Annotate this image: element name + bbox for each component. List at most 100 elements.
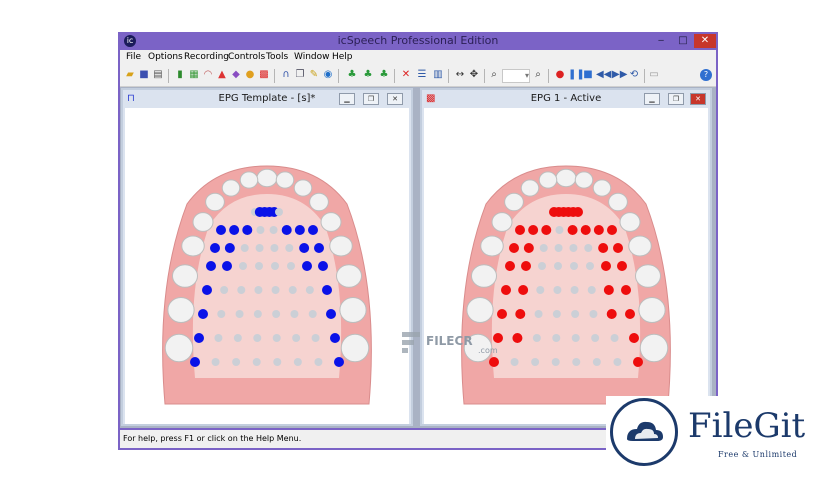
spectrum-icon[interactable]: ▲ xyxy=(216,69,228,81)
electrode-inactive xyxy=(217,310,226,318)
epg-active-minimize-button[interactable]: ▁ xyxy=(644,93,660,105)
help-icon[interactable]: ? xyxy=(700,69,712,81)
minimize-button[interactable]: ‒ xyxy=(650,34,672,48)
electrode-active xyxy=(523,243,534,253)
tooth xyxy=(491,212,513,232)
electrode-inactive xyxy=(271,286,280,294)
electrode-active xyxy=(190,357,200,367)
record-icon[interactable]: ● xyxy=(554,69,566,81)
title-bar[interactable]: ic icSpeech Professional Edition ‒ □ ✕ xyxy=(118,32,718,50)
bar-chart-icon[interactable]: ▮ xyxy=(174,69,186,81)
epg-template-close-button[interactable]: ✕ xyxy=(387,93,403,105)
menu-recording[interactable]: Recording xyxy=(184,52,229,62)
electrode-active xyxy=(603,285,614,295)
electrode-inactive xyxy=(591,334,600,342)
split-vertical-icon[interactable]: ▥ xyxy=(432,69,444,81)
zoom-in-icon[interactable]: ⌕ xyxy=(488,69,500,81)
tooth xyxy=(538,171,558,189)
tooth xyxy=(480,235,504,257)
face-icon[interactable]: ● xyxy=(244,69,256,81)
epg-template-canvas[interactable] xyxy=(125,108,409,424)
palate-icon[interactable]: ◠ xyxy=(202,69,214,81)
electrode-inactive xyxy=(272,334,281,342)
move-icon[interactable]: ✥ xyxy=(468,69,480,81)
electrode-active xyxy=(194,333,204,343)
epg-active-window[interactable]: ▩ EPG 1 - Active ▁ ❐ ✕ xyxy=(420,88,712,426)
epg-active-palate xyxy=(461,165,671,405)
toolbar: ▰ ■ ▤ ▮ ▦ ◠ ▲ ◆ ● ▩ ∩ ❐ ✎ ◉ ♣ ♣ ♣ ✕ ☰ ▥ … xyxy=(120,66,716,87)
page-icon[interactable]: ▭ xyxy=(648,69,660,81)
electrode-active xyxy=(206,261,216,271)
maximize-button[interactable]: □ xyxy=(672,34,694,48)
epg-active-restore-button[interactable]: ❐ xyxy=(668,93,684,105)
palate-outline-icon[interactable]: ∩ xyxy=(280,69,292,81)
electrode-inactive xyxy=(270,244,279,252)
pause-icon[interactable]: ❚❚ xyxy=(568,69,585,81)
tooth xyxy=(504,192,524,212)
zoom-out-icon[interactable]: ⌕ xyxy=(532,69,544,81)
menu-tools[interactable]: Tools xyxy=(266,52,288,62)
electrode-inactive xyxy=(252,358,261,366)
epg-active-titlebar[interactable]: ▩ EPG 1 - Active ▁ ❐ ✕ xyxy=(422,90,710,108)
electrode-inactive xyxy=(587,286,596,294)
brush-icon[interactable]: ✎ xyxy=(308,69,320,81)
electrode-inactive xyxy=(554,262,562,270)
tooth xyxy=(239,171,259,189)
loop-icon[interactable]: ⟲ xyxy=(628,69,640,81)
tooth xyxy=(309,192,329,212)
menu-options[interactable]: Options xyxy=(148,52,183,62)
tooth xyxy=(639,333,669,363)
stretch-horizontal-icon[interactable]: ↔ xyxy=(454,69,466,81)
epg-grid-icon[interactable]: ▩ xyxy=(258,69,270,81)
electrode-inactive xyxy=(253,334,262,342)
delete-icon[interactable]: ✕ xyxy=(400,69,412,81)
step-green-icon[interactable]: ♣ xyxy=(378,69,390,81)
epg-template-window[interactable]: ⊓ EPG Template - [s]* ▁ ❐ ✕ xyxy=(121,88,413,426)
copy-icon[interactable]: ❐ xyxy=(294,69,306,81)
menu-file[interactable]: File xyxy=(126,52,141,62)
electrode-active xyxy=(302,261,312,271)
epg-template-restore-button[interactable]: ❐ xyxy=(363,93,379,105)
stop-icon[interactable]: ■ xyxy=(582,69,594,81)
tooth xyxy=(555,168,577,188)
palate-shape xyxy=(491,194,641,378)
electrode-active xyxy=(573,207,583,217)
electrode-inactive xyxy=(273,358,282,366)
print-icon[interactable]: ▤ xyxy=(152,69,164,81)
cube-icon[interactable]: ◆ xyxy=(230,69,242,81)
record-green-icon[interactable]: ♣ xyxy=(346,69,358,81)
rewind-icon[interactable]: ◀◀ xyxy=(596,69,611,81)
electrode-inactive xyxy=(570,262,578,270)
electrode-inactive xyxy=(256,226,265,234)
menu-controls[interactable]: Controls xyxy=(228,52,265,62)
electrode-active xyxy=(633,357,643,367)
fast-forward-icon[interactable]: ▶▶ xyxy=(612,69,627,81)
grid-icon[interactable]: ▦ xyxy=(188,69,200,81)
epg-active-canvas[interactable] xyxy=(424,108,708,424)
tooth xyxy=(221,179,241,197)
menu-help[interactable]: Help xyxy=(332,52,353,62)
electrode-active xyxy=(294,225,305,235)
electrode-inactive xyxy=(552,310,561,318)
save-icon[interactable]: ■ xyxy=(138,69,150,81)
electrode-active xyxy=(198,309,208,319)
zoom-select[interactable]: ▾ xyxy=(502,69,530,83)
close-button[interactable]: ✕ xyxy=(694,34,716,48)
electrode-inactive xyxy=(214,334,223,342)
filegit-tagline: Free & Unlimited xyxy=(718,450,798,459)
split-horizontal-icon[interactable]: ☰ xyxy=(416,69,428,81)
electrode-active xyxy=(515,309,526,319)
electrode-inactive xyxy=(538,262,546,270)
electrode-inactive xyxy=(292,334,301,342)
menu-window[interactable]: Window xyxy=(294,52,330,62)
electrode-active xyxy=(505,261,515,271)
open-icon[interactable]: ▰ xyxy=(124,69,136,81)
electrode-active xyxy=(567,225,578,235)
electrode-inactive xyxy=(531,358,540,366)
play-green-icon[interactable]: ♣ xyxy=(362,69,374,81)
epg-active-close-button[interactable]: ✕ xyxy=(690,93,706,105)
help-bubble-icon[interactable]: ◉ xyxy=(322,69,334,81)
toolbar-separator xyxy=(394,69,395,83)
epg-template-titlebar[interactable]: ⊓ EPG Template - [s]* ▁ ❐ ✕ xyxy=(123,90,411,108)
epg-template-minimize-button[interactable]: ▁ xyxy=(339,93,355,105)
